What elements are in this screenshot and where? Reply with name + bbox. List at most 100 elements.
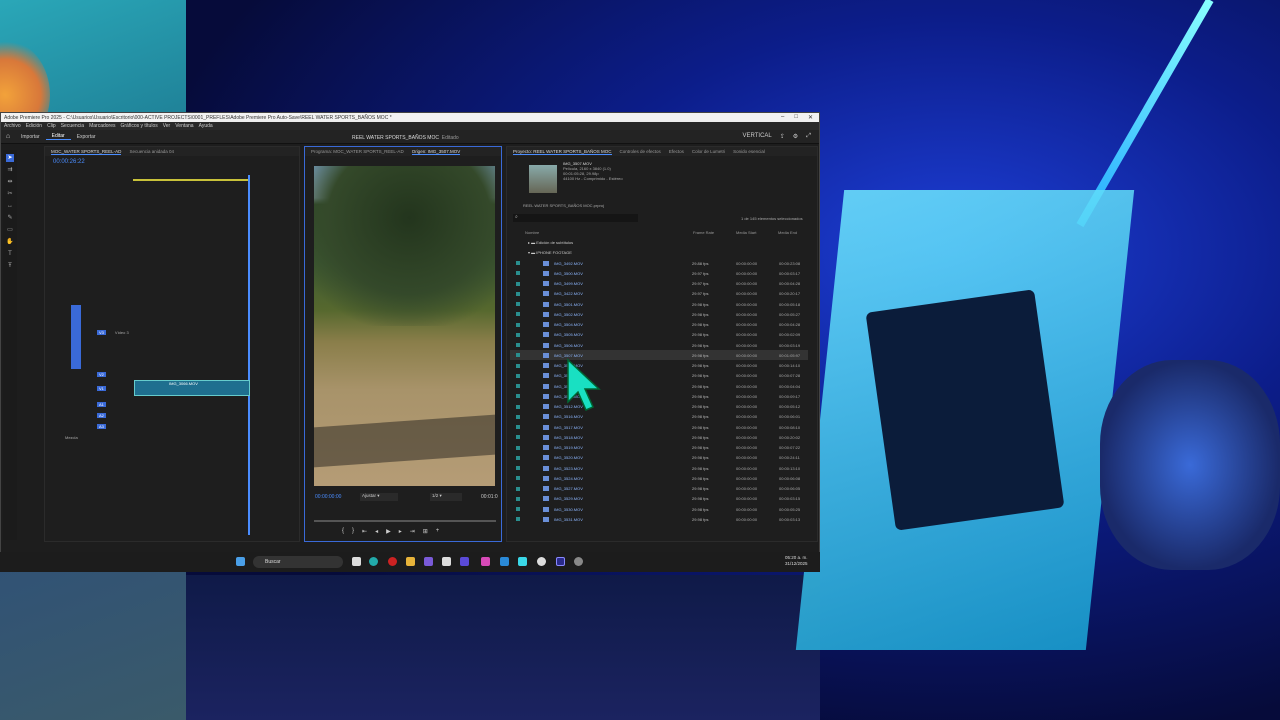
- track-select-icon[interactable]: ⇉: [6, 166, 14, 174]
- file-row[interactable]: IMG_3500.MOV 29.97 fps 00:00:00:00 00:00:03…: [510, 268, 808, 278]
- menu-ventana[interactable]: Ventana: [175, 123, 193, 129]
- monitor-scrubber[interactable]: [314, 520, 496, 522]
- menu-ayuda[interactable]: Ayuda: [199, 123, 213, 129]
- file-row[interactable]: IMG_3507.MOV 29.98 fps 00:00:00:00 00:01:05…: [510, 350, 808, 361]
- label-color-swatch[interactable]: [516, 507, 520, 511]
- label-color-swatch[interactable]: [516, 435, 520, 440]
- folder-subtitles[interactable]: ▸ ▬ Edición de subtítulos: [528, 240, 573, 245]
- file-row[interactable]: IMG_3516.MOV 29.98 fps 00:00:00:00 00:00:06…: [510, 412, 808, 422]
- video-frame[interactable]: [314, 166, 495, 486]
- home-icon[interactable]: ⌂: [1, 133, 15, 140]
- mark-out-icon[interactable]: }: [352, 528, 354, 535]
- file-row[interactable]: IMG_3492.MOV 29.88 fps 00:00:00:00 00:00:23…: [510, 258, 808, 268]
- track-a3-badge[interactable]: A3: [97, 423, 106, 429]
- file-row[interactable]: IMG_3523.MOV 29.98 fps 00:00:00:00 00:00:13…: [510, 463, 808, 473]
- tab-editar[interactable]: Editar: [45, 133, 71, 140]
- tab-source[interactable]: Origen: IMG_3507.MOV: [411, 149, 461, 155]
- razor-icon[interactable]: ✂: [6, 190, 14, 198]
- tab-importar[interactable]: Importar: [15, 134, 46, 140]
- work-area-bar[interactable]: [133, 179, 248, 181]
- label-color-swatch[interactable]: [516, 363, 520, 368]
- track-v3-badge[interactable]: V3: [97, 329, 106, 335]
- app-icon-3[interactable]: [460, 557, 469, 566]
- track-v1-badge[interactable]: V1: [97, 385, 106, 391]
- file-row[interactable]: IMG_3504.MOV 29.98 fps 00:00:00:00 00:00:04…: [510, 320, 808, 330]
- taskbar-search[interactable]: Buscar: [253, 556, 343, 568]
- app-icon-1[interactable]: [424, 557, 433, 566]
- tab-sequence-main[interactable]: MOC_WATER SPORTS_REEL-AD: [51, 149, 122, 155]
- menu-marcadores[interactable]: Marcadores: [89, 123, 115, 129]
- file-row[interactable]: IMG_3499.MOV 29.97 fps 00:00:00:00 00:00:04…: [510, 279, 808, 289]
- label-color-swatch[interactable]: [516, 312, 520, 317]
- file-row[interactable]: IMG_3506.MOV 29.98 fps 00:00:00:00 00:00:03…: [510, 340, 808, 350]
- tab-exportar[interactable]: Exportar: [71, 134, 102, 140]
- project-search-input[interactable]: ⌕: [513, 214, 638, 222]
- menu-graficos[interactable]: Gráficos y títulos: [120, 123, 157, 129]
- label-color-swatch[interactable]: [516, 496, 520, 501]
- column-media-end[interactable]: Media End: [778, 230, 797, 235]
- label-color-swatch[interactable]: [516, 486, 520, 491]
- file-row[interactable]: IMG_3505.MOV 29.98 fps 00:00:00:00 00:00:02…: [510, 330, 808, 340]
- step-forward-icon[interactable]: ▸: [399, 528, 402, 535]
- label-color-swatch[interactable]: [516, 414, 520, 419]
- tab-effects[interactable]: Efectos: [669, 149, 684, 154]
- label-color-swatch[interactable]: [516, 394, 520, 399]
- tab-effect-controls[interactable]: Controles de efectos: [620, 149, 661, 154]
- label-color-swatch[interactable]: [516, 332, 520, 337]
- fullscreen-icon[interactable]: ⤢: [806, 133, 811, 140]
- label-color-swatch[interactable]: [516, 353, 520, 358]
- tab-essential-sound[interactable]: Sonido esencial: [733, 149, 765, 154]
- app-icon-2[interactable]: [442, 557, 451, 566]
- slip-tool-icon[interactable]: ↔: [6, 202, 14, 210]
- menu-secuencia[interactable]: Secuencia: [61, 123, 84, 129]
- settings-icon[interactable]: ⚙: [793, 133, 798, 140]
- file-row[interactable]: IMG_3511.MOV29.98 fps00:00:00:0000:00:09…: [510, 391, 808, 401]
- label-color-swatch[interactable]: [516, 445, 520, 450]
- task-view-icon[interactable]: [352, 557, 361, 566]
- type-tool-icon[interactable]: T: [6, 250, 14, 258]
- label-color-swatch[interactable]: [516, 322, 520, 327]
- column-name[interactable]: Nombre: [525, 230, 539, 235]
- menu-ver[interactable]: Ver: [163, 123, 171, 129]
- rectangle-tool-icon[interactable]: ▭: [6, 226, 14, 234]
- playhead[interactable]: [248, 175, 250, 535]
- monitor-timecode[interactable]: 00:00:00:00: [315, 494, 341, 500]
- file-row[interactable]: IMG_3527.MOV 29.98 fps 00:00:00:00 00:00:06…: [510, 484, 808, 494]
- file-row[interactable]: IMG_3501.MOV 29.98 fps 00:00:00:00 00:00:05…: [510, 299, 808, 309]
- step-back-icon[interactable]: ◂: [375, 528, 378, 535]
- folder-iphone[interactable]: ▾ ▬ IPHONE FOOTAGE: [528, 250, 572, 255]
- quality-dropdown[interactable]: 1/2 ▾: [430, 493, 462, 501]
- tab-lumetri[interactable]: Color de Lumetri: [692, 149, 725, 154]
- menu-clip[interactable]: Clip: [47, 123, 56, 129]
- timeline-timecode[interactable]: 00:00:26:22: [53, 159, 85, 165]
- hand-tool-icon[interactable]: ✋: [6, 238, 14, 246]
- label-color-swatch[interactable]: [516, 466, 520, 470]
- vertical-type-icon[interactable]: Ŧ: [6, 262, 14, 270]
- app-icon-7[interactable]: [537, 557, 546, 566]
- windows-start-icon[interactable]: [236, 557, 245, 566]
- app-icon-5[interactable]: [500, 557, 509, 566]
- premiere-taskbar-icon[interactable]: [556, 557, 565, 566]
- file-row[interactable]: IMG_3531.MOV 29.98 fps 00:00:00:00 00:00:03…: [510, 514, 808, 524]
- go-to-in-icon[interactable]: ⇤: [362, 528, 367, 535]
- file-row[interactable]: IMG_3509.MOV29.98 fps00:00:00:0000:00:07…: [510, 371, 808, 381]
- file-row[interactable]: IMG_3530.MOV 29.98 fps 00:00:00:00 00:00:05…: [510, 504, 808, 514]
- file-row[interactable]: IMG_3510.MOV29.98 fps00:00:00:0000:00:04…: [510, 381, 808, 391]
- file-row[interactable]: IMG_3508.MOV29.98 fps00:00:00:0000:00:14…: [510, 361, 808, 371]
- app-icon-6[interactable]: [518, 557, 527, 566]
- mark-in-icon[interactable]: {: [342, 528, 344, 535]
- label-color-swatch[interactable]: [516, 425, 520, 429]
- minimize-icon[interactable]: –: [781, 114, 784, 121]
- add-button-icon[interactable]: +: [436, 528, 440, 535]
- go-to-out-icon[interactable]: ⇥: [410, 528, 415, 535]
- track-v2-badge[interactable]: V2: [97, 371, 106, 377]
- timeline-clip[interactable]: IMG_3066.MOV: [134, 380, 250, 396]
- edge-icon[interactable]: [369, 557, 378, 566]
- file-explorer-icon[interactable]: [406, 557, 415, 566]
- file-row[interactable]: IMG_3529.MOV 29.98 fps 00:00:00:00 00:00:03…: [510, 494, 808, 504]
- workspace-layout-label[interactable]: VERTICAL: [743, 133, 772, 140]
- label-color-swatch[interactable]: [516, 302, 520, 306]
- track-a2-badge[interactable]: A2: [97, 412, 106, 418]
- label-color-swatch[interactable]: [516, 281, 520, 286]
- label-color-swatch[interactable]: [516, 271, 520, 276]
